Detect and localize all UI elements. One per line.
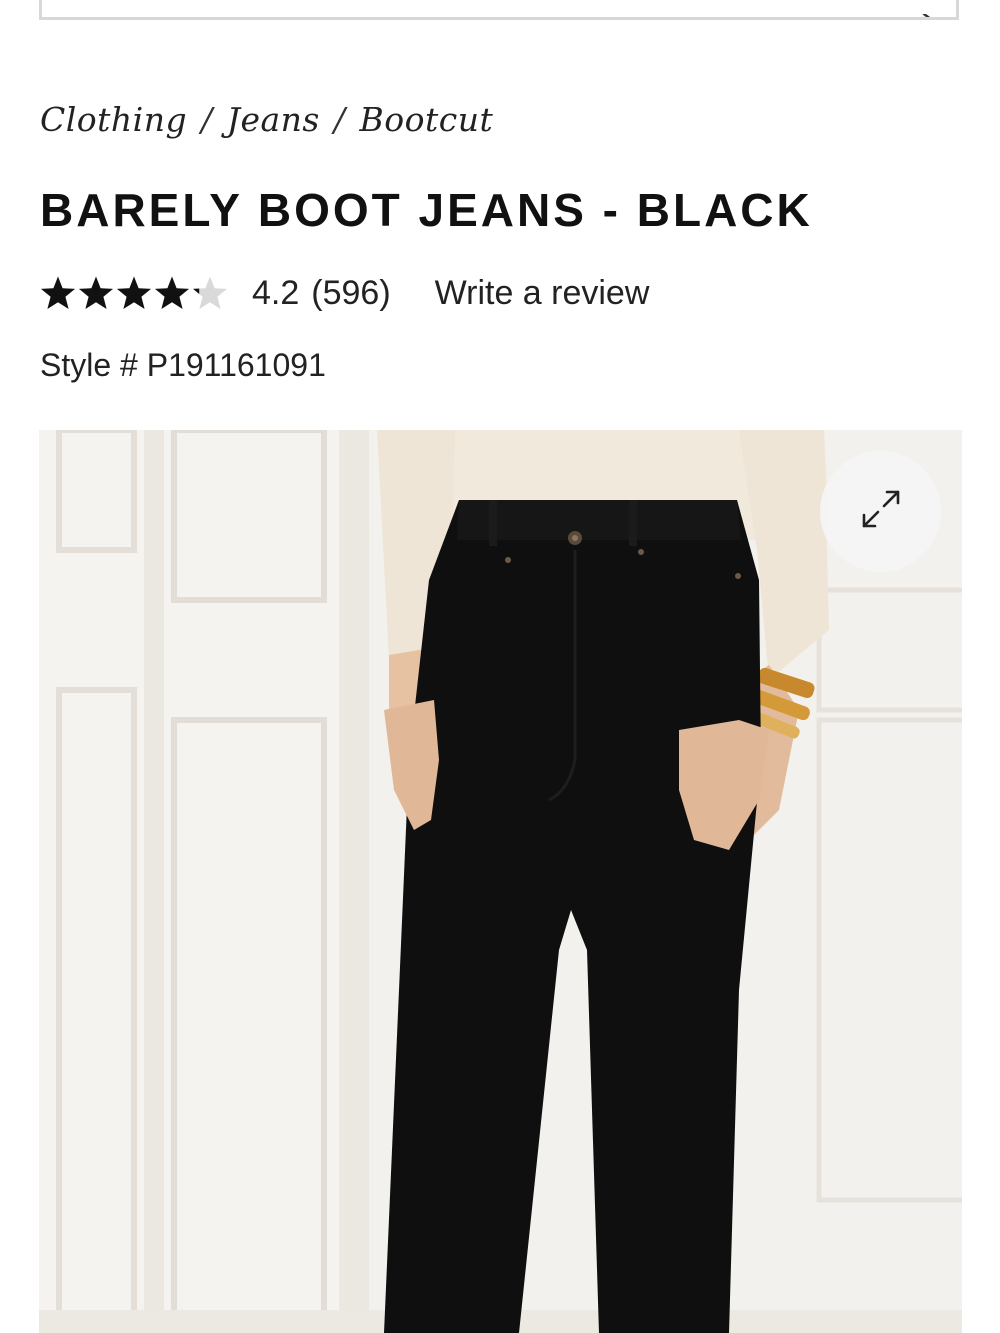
rating-row: 4.2 (596) Write a review: [40, 270, 649, 316]
product-page: Clothing / Jeans / Bootcut BARELY BOOT JEANS…: [0, 0, 1000, 1333]
breadcrumb-item-jeans[interactable]: Jeans: [227, 100, 320, 139]
star-rating[interactable]: [40, 273, 230, 313]
product-photo: [39, 430, 962, 1333]
product-image[interactable]: [39, 430, 962, 1333]
breadcrumb: Clothing / Jeans / Bootcut: [40, 100, 493, 139]
star-filled-icon: [41, 276, 200, 309]
style-number: Style # P191161091: [40, 347, 326, 383]
expand-icon: [858, 486, 904, 537]
product-title: BARELY BOOT JEANS - BLACK: [40, 184, 813, 236]
expand-image-button[interactable]: [820, 451, 941, 572]
review-count[interactable]: (596): [311, 274, 390, 313]
breadcrumb-separator: /: [201, 100, 213, 139]
search-icon[interactable]: [920, 9, 938, 17]
write-review-link[interactable]: Write a review: [435, 274, 650, 313]
search-input[interactable]: [39, 0, 959, 20]
breadcrumb-separator: /: [333, 100, 346, 139]
star-rating-graphic: [41, 276, 227, 309]
breadcrumb-item-bootcut[interactable]: Bootcut: [360, 100, 494, 139]
breadcrumb-item-clothing[interactable]: Clothing: [40, 100, 187, 139]
rating-value: 4.2: [252, 273, 300, 312]
